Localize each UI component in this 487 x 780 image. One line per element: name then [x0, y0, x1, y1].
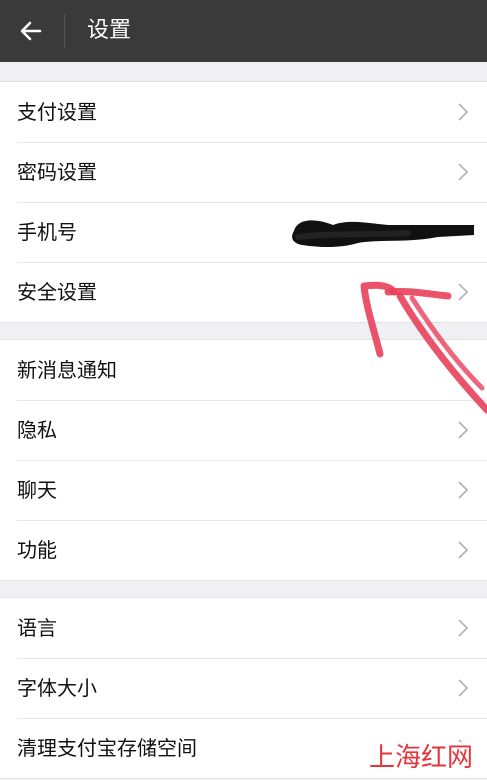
chevron-right-icon: [458, 283, 469, 301]
settings-item-notifications[interactable]: 新消息通知: [0, 340, 487, 400]
chevron-right-icon: [458, 103, 469, 121]
settings-item-font-size[interactable]: 字体大小: [0, 658, 487, 718]
redacted-phone-number: [292, 220, 474, 247]
settings-item-label: 手机号: [17, 220, 77, 244]
back-arrow-icon: [20, 21, 42, 41]
settings-group-general: 新消息通知 隐私 聊天 功能: [0, 339, 487, 581]
settings-item-label: 安全设置: [17, 280, 97, 304]
chevron-right-icon: [458, 619, 469, 637]
settings-item-label: 清理支付宝存储空间: [17, 736, 197, 760]
settings-item-label: 新消息通知: [17, 358, 117, 382]
settings-item-privacy[interactable]: 隐私: [0, 400, 487, 460]
title-bar: 设置: [0, 0, 487, 62]
settings-item-payment[interactable]: 支付设置: [0, 82, 487, 142]
chevron-right-icon: [458, 421, 469, 439]
chevron-right-icon: [458, 541, 469, 559]
settings-item-label: 密码设置: [17, 160, 97, 184]
settings-item-chat[interactable]: 聊天: [0, 460, 487, 520]
settings-item-label: 聊天: [17, 478, 57, 502]
settings-item-features[interactable]: 功能: [0, 520, 487, 580]
chevron-right-icon: [458, 481, 469, 499]
settings-item-language[interactable]: 语言: [0, 598, 487, 658]
settings-item-label: 支付设置: [17, 100, 97, 124]
settings-group-account: 支付设置 密码设置 手机号 安全设置: [0, 81, 487, 323]
settings-item-security[interactable]: 安全设置: [0, 262, 487, 322]
settings-item-label: 隐私: [17, 418, 57, 442]
settings-item-password[interactable]: 密码设置: [0, 142, 487, 202]
watermark-logo: 上海红网: [366, 742, 475, 774]
page-title: 设置: [87, 18, 132, 43]
chevron-right-icon: [458, 163, 469, 181]
settings-item-label: 语言: [17, 616, 57, 640]
back-button[interactable]: [0, 0, 62, 62]
settings-item-label: 功能: [17, 538, 57, 562]
title-divider: [64, 14, 65, 48]
settings-item-label: 字体大小: [17, 676, 97, 700]
chevron-right-icon: [458, 679, 469, 697]
